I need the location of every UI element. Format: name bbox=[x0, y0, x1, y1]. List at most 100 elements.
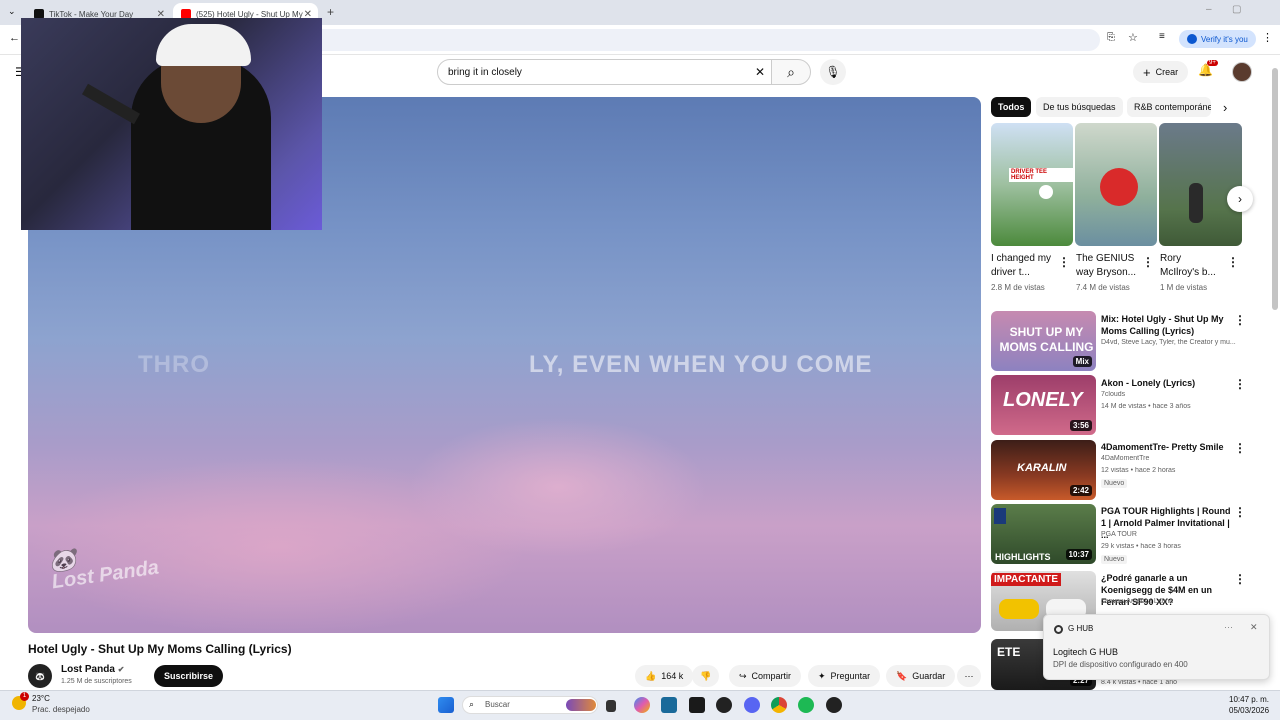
new-tab-icon[interactable]: + bbox=[327, 5, 334, 19]
minimize-icon[interactable]: – bbox=[1206, 4, 1212, 15]
app-icon[interactable] bbox=[826, 697, 842, 713]
plus-icon: + bbox=[1143, 64, 1151, 80]
subscribe-button[interactable]: Suscribirse bbox=[154, 665, 224, 687]
dislike-button[interactable]: 👎 bbox=[692, 665, 720, 687]
search-button[interactable]: ⌕ bbox=[771, 59, 811, 85]
video-thumbnail[interactable]: HIGHLIGHTS 10:37 bbox=[991, 504, 1096, 564]
more-actions-button[interactable]: ⋯ bbox=[957, 665, 981, 687]
short-thumbnail[interactable]: DRIVER TEE HEIGHT bbox=[991, 123, 1073, 246]
video-channel[interactable]: 4DaMomentTre bbox=[1101, 455, 1241, 462]
toast-close-icon[interactable]: ✕ bbox=[1250, 622, 1258, 633]
notification-toast[interactable]: G HUB ⋯ ✕ Logitech G HUB DPI de disposit… bbox=[1043, 614, 1270, 680]
media-icon[interactable]: ≡ bbox=[1159, 31, 1165, 42]
url-field[interactable] bbox=[300, 29, 1100, 51]
short-overlay-text: DRIVER TEE HEIGHT bbox=[1009, 168, 1073, 182]
duration-badge: Mix bbox=[1072, 356, 1092, 367]
short-thumbnail[interactable] bbox=[1075, 123, 1157, 246]
thumb-text: SHUT UP MY MOMS CALLING bbox=[999, 325, 1094, 354]
channel-avatar[interactable]: 🐼 bbox=[28, 664, 52, 688]
pga-logo bbox=[994, 508, 1006, 524]
save-button[interactable]: 🔖 Guardar bbox=[886, 665, 956, 687]
short-menu-icon[interactable]: ⋮ bbox=[1058, 255, 1070, 269]
microphone-arm bbox=[82, 83, 140, 125]
taskbar-search[interactable]: ⌕ Buscar bbox=[462, 696, 598, 714]
toast-more-icon[interactable]: ⋯ bbox=[1224, 622, 1233, 633]
taskbar-search-icon: ⌕ bbox=[469, 699, 475, 709]
video-meta: 29 k vistas • hace 3 horas bbox=[1101, 543, 1181, 550]
discord-icon[interactable] bbox=[744, 697, 760, 713]
video-channel[interactable]: D4vd, Steve Lacy, Tyler, the Creator y m… bbox=[1101, 339, 1241, 346]
share-button[interactable]: ↪ Compartir bbox=[729, 665, 802, 687]
weather-widget[interactable]: 1 23°C Prac. despejado bbox=[12, 692, 102, 716]
clear-search-icon[interactable]: ✕ bbox=[755, 65, 765, 79]
create-button[interactable]: + Crear bbox=[1133, 61, 1189, 83]
menu-dots-icon[interactable]: ⋮ bbox=[1262, 31, 1273, 44]
shorts-next-button[interactable]: › bbox=[1227, 186, 1253, 212]
chip-searches[interactable]: De tus búsquedas bbox=[1036, 97, 1123, 117]
windows-start-icon[interactable] bbox=[438, 697, 454, 713]
search-query: bring it in closely bbox=[448, 66, 522, 78]
maximize-icon[interactable]: ▢ bbox=[1232, 4, 1241, 15]
chip-all[interactable]: Todos bbox=[991, 97, 1032, 117]
ghub-icon bbox=[1054, 625, 1063, 634]
install-icon[interactable]: ⎘ bbox=[1107, 32, 1115, 43]
chip-rnb[interactable]: R&B contemporáne bbox=[1127, 97, 1211, 117]
short-thumbnail[interactable] bbox=[1159, 123, 1242, 246]
tab-list-chevron-icon[interactable]: ⌄ bbox=[8, 6, 16, 17]
video-menu-icon[interactable]: ⋮ bbox=[1234, 572, 1246, 586]
spotify-icon[interactable] bbox=[798, 697, 814, 713]
task-view-icon[interactable] bbox=[606, 700, 616, 712]
verify-button[interactable]: Verify it's you bbox=[1179, 30, 1256, 48]
video-menu-icon[interactable]: ⋮ bbox=[1234, 441, 1246, 455]
search-input[interactable]: bring it in closely ✕ bbox=[437, 59, 772, 85]
yellow-car bbox=[999, 599, 1039, 619]
verify-label: Verify it's you bbox=[1201, 34, 1248, 44]
obs-icon[interactable] bbox=[716, 697, 732, 713]
video-channel[interactable]: PGA TOUR bbox=[1101, 531, 1241, 538]
chips-next-icon[interactable]: › bbox=[1223, 100, 1227, 115]
like-button[interactable]: 👍 164 k bbox=[635, 665, 694, 687]
thumb-text: ETE bbox=[997, 645, 1021, 659]
chrome-icon[interactable] bbox=[771, 697, 787, 713]
share-label: Compartir bbox=[751, 671, 792, 681]
video-thumbnail[interactable]: KARALIN 2:42 bbox=[991, 440, 1096, 500]
short-menu-icon[interactable]: ⋮ bbox=[1227, 255, 1239, 269]
thumbs-up-icon: 👍 bbox=[645, 670, 657, 681]
chevron-right-icon: › bbox=[1238, 192, 1242, 206]
thumb-text: IMPACTANTE bbox=[991, 573, 1062, 586]
short-views: 1 M de vistas bbox=[1160, 283, 1208, 292]
video-channel[interactable]: carwow América Latina bbox=[1101, 598, 1241, 605]
avatar[interactable] bbox=[1232, 62, 1252, 82]
notification-count: 9+ bbox=[1207, 60, 1218, 66]
video-title[interactable]: 4DamomentTre- Pretty Smile bbox=[1101, 441, 1231, 453]
golf-ball bbox=[1039, 185, 1053, 199]
video-title[interactable]: Akon - Lonely (Lyrics) bbox=[1101, 377, 1231, 389]
toast-body: DPI de dispositivo configurado en 400 bbox=[1053, 660, 1188, 669]
video-title[interactable]: Mix: Hotel Ugly - Shut Up My Moms Callin… bbox=[1101, 313, 1231, 337]
short-title[interactable]: Rory McIlroy's b... bbox=[1160, 252, 1220, 280]
video-thumbnail[interactable]: LONELY 3:56 bbox=[991, 375, 1096, 435]
video-channel[interactable]: 7clouds bbox=[1101, 391, 1241, 398]
short-views: 2.8 M de vistas bbox=[991, 283, 1045, 292]
nvidia-icon[interactable] bbox=[689, 697, 705, 713]
short-title[interactable]: The GENIUS way Bryson... bbox=[1076, 252, 1144, 280]
short-menu-icon[interactable]: ⋮ bbox=[1142, 255, 1154, 269]
video-thumbnail[interactable]: SHUT UP MY MOMS CALLING Mix bbox=[991, 311, 1096, 371]
notifications-button[interactable]: 🔔 9+ bbox=[1198, 60, 1218, 81]
video-menu-icon[interactable]: ⋮ bbox=[1234, 505, 1246, 519]
bookmark-star-icon[interactable]: ☆ bbox=[1128, 31, 1138, 44]
file-explorer-icon[interactable] bbox=[661, 697, 677, 713]
channel-name-text: Lost Panda bbox=[61, 664, 115, 675]
short-title[interactable]: I changed my driver t... bbox=[991, 252, 1059, 280]
video-cloud bbox=[408, 417, 708, 557]
video-menu-icon[interactable]: ⋮ bbox=[1234, 313, 1246, 327]
page-scrollbar[interactable] bbox=[1272, 68, 1278, 310]
voice-search-button[interactable]: 🎙 bbox=[820, 59, 846, 85]
subscriber-count: 1.25 M de suscriptores bbox=[61, 678, 132, 685]
copilot-icon[interactable] bbox=[634, 697, 650, 713]
video-title: Hotel Ugly - Shut Up My Moms Calling (Ly… bbox=[28, 642, 292, 656]
video-menu-icon[interactable]: ⋮ bbox=[1234, 377, 1246, 391]
channel-name[interactable]: Lost Panda ✔ bbox=[61, 664, 124, 675]
ask-button[interactable]: ✦ Preguntar bbox=[808, 665, 881, 687]
back-icon[interactable]: ← bbox=[9, 32, 20, 44]
